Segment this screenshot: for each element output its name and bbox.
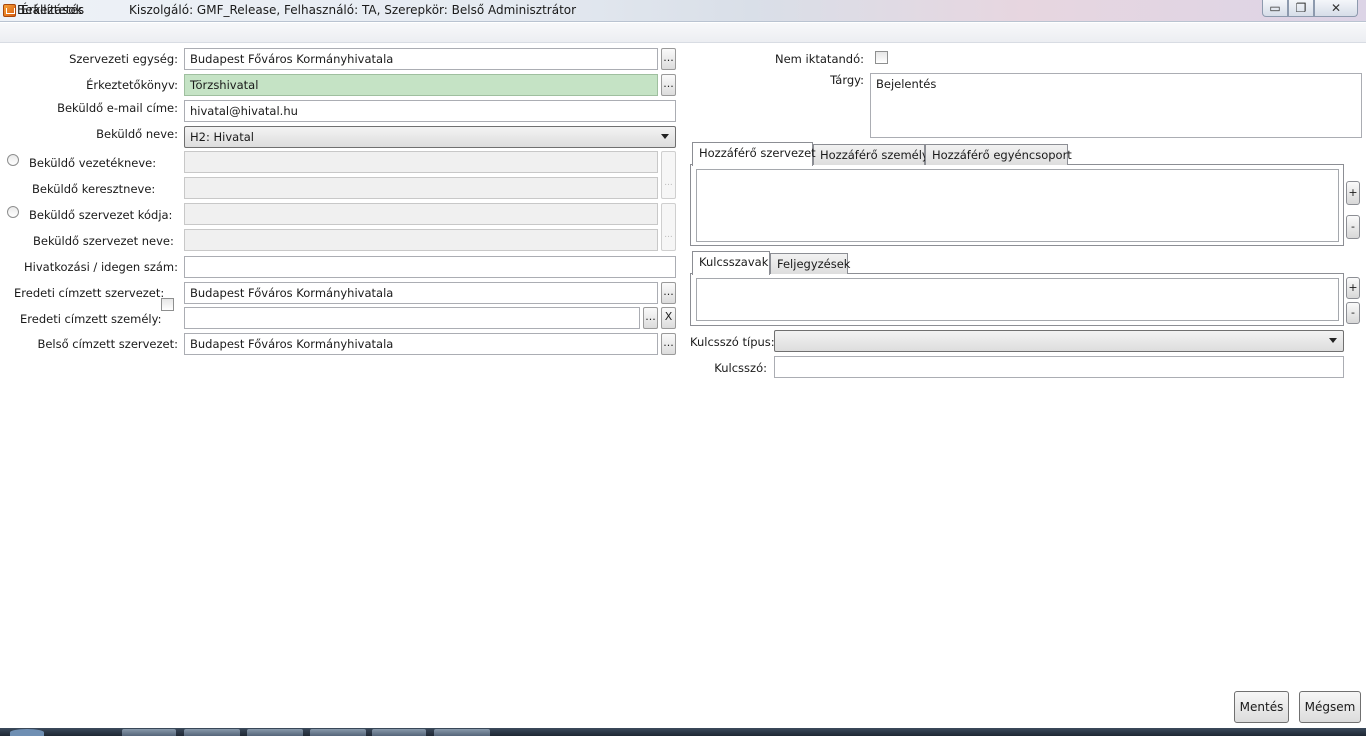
taskbar-app[interactable]	[184, 729, 240, 736]
sender-firstname-label: Beküldő keresztneve:	[32, 182, 156, 196]
sender-email-label: Beküldő e-mail címe:	[57, 101, 178, 115]
menu-item-settings[interactable]: Beállítások	[17, 3, 83, 17]
keyword-list[interactable]	[696, 278, 1339, 321]
orig-recipient-org-field[interactable]: Budapest Főváros Kormányhivatala	[184, 282, 658, 304]
registry-book-label: Érkeztetőkönyv:	[86, 78, 178, 92]
reference-number-field[interactable]	[184, 256, 676, 278]
sender-org-name-field[interactable]	[184, 229, 658, 251]
keyword-label: Kulcsszó:	[714, 361, 767, 375]
save-button[interactable]: Mentés	[1234, 691, 1289, 723]
access-list[interactable]	[696, 169, 1339, 242]
orig-recipient-person-browse-button[interactable]: ...	[643, 307, 658, 329]
taskbar-app[interactable]	[247, 729, 303, 736]
cancel-button[interactable]: Mégsem	[1299, 691, 1361, 723]
internal-recipient-org-field[interactable]: Budapest Főváros Kormányhivatala	[184, 333, 658, 355]
close-button[interactable]: ✕	[1314, 0, 1358, 17]
sender-lastname-label: Beküldő vezetékneve:	[29, 156, 157, 170]
sender-lastname-field[interactable]	[184, 151, 658, 173]
internal-recipient-org-label: Belső címzett szervezet:	[37, 337, 178, 351]
sender-org-code-field[interactable]	[184, 203, 658, 225]
org-unit-browse-button[interactable]: ...	[661, 48, 676, 70]
access-remove-button[interactable]: -	[1346, 215, 1360, 239]
sender-org-name-label: Beküldő szervezet neve:	[33, 234, 174, 248]
org-unit-field[interactable]: Budapest Főváros Kormányhivatala	[184, 48, 658, 70]
access-add-button[interactable]: +	[1346, 181, 1360, 205]
sender-firstname-field[interactable]	[184, 177, 658, 199]
start-button[interactable]	[10, 729, 44, 736]
server-info: Kiszolgáló: GMF_Release, Felhasználó: TA…	[129, 3, 577, 17]
sender-name-label: Beküldő neve:	[96, 127, 178, 141]
maximize-icon: ❐	[1295, 1, 1307, 15]
taskbar-app[interactable]	[122, 729, 176, 736]
taskbar-app[interactable]	[434, 729, 490, 736]
app-icon	[3, 4, 16, 17]
maximize-button[interactable]: ❐	[1288, 0, 1314, 17]
keyword-field[interactable]	[774, 356, 1344, 378]
orig-recipient-checkbox[interactable]	[161, 298, 174, 311]
chevron-down-icon	[661, 134, 669, 139]
chevron-down-icon	[1329, 338, 1337, 343]
sender-name-select[interactable]: H2: Hivatal	[184, 126, 676, 148]
subject-textarea[interactable]: Bejelentés	[870, 73, 1362, 138]
org-unit-label: Szervezeti egység:	[69, 52, 178, 66]
tab-access-org[interactable]: Hozzáférő szervezet	[692, 142, 816, 166]
tab-notes[interactable]: Feljegyzések	[770, 253, 850, 274]
menu-bar	[0, 23, 1366, 43]
radio-sender-person[interactable]	[7, 154, 19, 166]
orig-recipient-person-field[interactable]	[184, 307, 640, 329]
registry-book-browse-button[interactable]: ...	[661, 74, 676, 96]
keyword-remove-button[interactable]: -	[1346, 302, 1360, 324]
not-filed-label: Nem iktatandó:	[774, 52, 864, 66]
orig-recipient-org-browse-button[interactable]: ...	[661, 282, 676, 304]
orig-recipient-org-label: Eredeti címzett szervezet:	[14, 286, 165, 300]
radio-sender-org[interactable]	[7, 206, 19, 218]
sender-org-browse-button[interactable]: ...	[661, 203, 676, 251]
internal-recipient-org-browse-button[interactable]: ...	[661, 333, 676, 355]
not-filed-checkbox[interactable]	[875, 51, 888, 64]
sender-person-browse-button[interactable]: ...	[661, 151, 676, 199]
tab-access-person[interactable]: Hozzáférő személy	[813, 144, 929, 165]
sender-email-field[interactable]: hivatal@hivatal.hu	[184, 100, 676, 122]
orig-recipient-person-label: Eredeti címzett személy:	[20, 312, 162, 326]
tab-access-group[interactable]: Hozzáférő egyéncsoport	[925, 144, 1072, 165]
tab-keywords[interactable]: Kulcsszavak	[692, 251, 770, 275]
keyword-add-button[interactable]: +	[1346, 277, 1360, 299]
minimize-icon: ▭	[1269, 1, 1281, 15]
orig-recipient-person-clear-button[interactable]: X	[661, 307, 676, 329]
sender-org-code-label: Beküldő szervezet kódja:	[29, 208, 173, 222]
close-icon: ✕	[1330, 1, 1342, 15]
subject-label: Tárgy:	[830, 73, 864, 87]
keyword-type-select[interactable]	[774, 330, 1344, 352]
registry-book-field[interactable]: Törzshivatal	[184, 74, 658, 96]
taskbar-app[interactable]	[372, 729, 426, 736]
reference-number-label: Hivatkozási / idegen szám:	[24, 260, 178, 274]
keyword-type-label: Kulcsszó típus:	[690, 335, 775, 349]
minimize-button[interactable]: ▭	[1262, 0, 1288, 17]
sender-name-value: H2: Hivatal	[190, 130, 254, 144]
taskbar-app[interactable]	[310, 729, 366, 736]
